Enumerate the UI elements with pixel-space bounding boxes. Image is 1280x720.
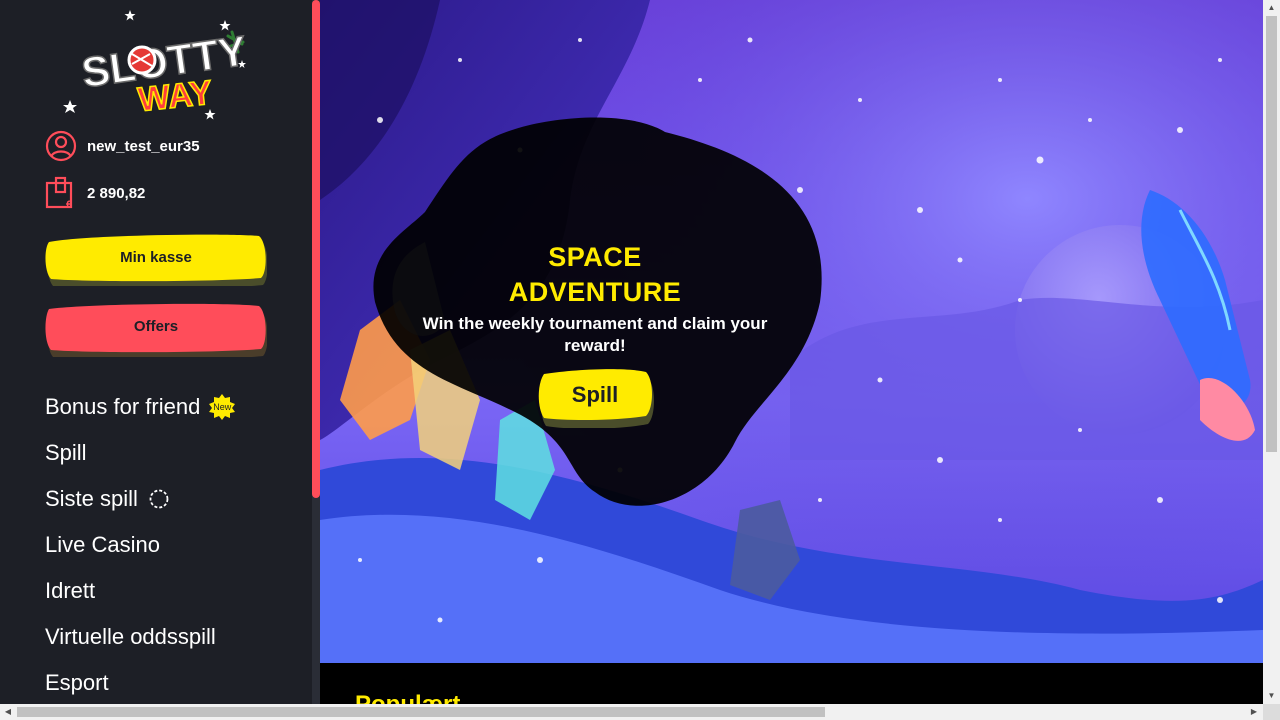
page-vertical-scroll-thumb[interactable] bbox=[1266, 16, 1277, 452]
nav-item-label: Spill bbox=[45, 440, 87, 465]
nav-item-bonus-for-friend[interactable]: Bonus for friend New bbox=[45, 384, 236, 430]
nav-item-idrett[interactable]: Idrett bbox=[45, 568, 236, 614]
slottyway-logo[interactable]: SLOTTY WAY bbox=[60, 8, 250, 120]
promo-title-line1: SPACE bbox=[548, 242, 642, 272]
cashier-button[interactable]: Min kasse bbox=[45, 234, 267, 286]
scroll-down-arrow-icon[interactable]: ▼ bbox=[1263, 688, 1280, 704]
promo-subtitle: Win the weekly tournament and claim your… bbox=[422, 314, 768, 355]
new-badge-text: New bbox=[213, 402, 232, 412]
nav-item-label: Siste spill bbox=[45, 486, 138, 511]
page: SLOTTY WAY new_test_eur35 € 2 890,82 Min… bbox=[0, 0, 1280, 720]
nav-item-spill[interactable]: Spill bbox=[45, 430, 236, 476]
user-profile[interactable]: new_test_eur35 bbox=[45, 130, 200, 162]
nav-item-live-casino[interactable]: Live Casino bbox=[45, 522, 236, 568]
nav-item-label: Bonus for friend bbox=[45, 394, 201, 419]
promo-play-button[interactable]: Spill bbox=[536, 368, 654, 428]
svg-text:€: € bbox=[66, 199, 72, 210]
sidebar-scrollbar[interactable] bbox=[312, 0, 320, 704]
page-vertical-scrollbar[interactable]: ▲ ▼ bbox=[1263, 0, 1280, 704]
username: new_test_eur35 bbox=[87, 137, 200, 155]
nav-item-virtuelle-oddsspill[interactable]: Virtuelle oddsspill bbox=[45, 614, 236, 660]
nav-item-label: Virtuelle oddsspill bbox=[45, 624, 216, 649]
nav-item-siste-spill[interactable]: Siste spill bbox=[45, 476, 236, 522]
scrollbar-corner bbox=[1263, 704, 1280, 720]
nav-item-label: Idrett bbox=[45, 578, 96, 603]
svg-text:WAY: WAY bbox=[136, 74, 214, 120]
scroll-left-arrow-icon[interactable]: ◀ bbox=[0, 704, 16, 720]
scroll-right-arrow-icon[interactable]: ▶ bbox=[1246, 704, 1262, 720]
recent-spinner-icon bbox=[148, 488, 170, 510]
popular-section-title: Populært bbox=[355, 691, 460, 704]
nav-item-label: Esport bbox=[45, 670, 109, 695]
promo-content: SPACE ADVENTURE Win the weekly tournamen… bbox=[390, 240, 800, 357]
nav-item-label: Live Casino bbox=[45, 532, 160, 557]
main-nav: Bonus for friend New Spill Siste spill L… bbox=[45, 384, 236, 704]
popular-section: Populært bbox=[320, 663, 1263, 704]
promo-title-line2: ADVENTURE bbox=[508, 277, 682, 307]
page-horizontal-scrollbar[interactable]: ◀ ▶ bbox=[0, 704, 1263, 720]
nav-item-esport[interactable]: Esport bbox=[45, 660, 236, 704]
scroll-up-arrow-icon[interactable]: ▲ bbox=[1263, 0, 1280, 16]
new-star-badge-icon: New bbox=[208, 393, 236, 421]
sidebar-scroll-thumb[interactable] bbox=[312, 0, 320, 498]
wallet-balance[interactable]: € 2 890,82 bbox=[45, 176, 146, 211]
offers-button-label: Offers bbox=[133, 318, 179, 335]
balance-amount: 2 890,82 bbox=[87, 184, 146, 202]
page-horizontal-scroll-thumb[interactable] bbox=[17, 707, 825, 717]
wallet-euro-icon: € bbox=[45, 176, 77, 211]
cashier-button-label: Min kasse bbox=[120, 249, 192, 266]
sidebar: SLOTTY WAY new_test_eur35 € 2 890,82 Min… bbox=[0, 0, 320, 704]
user-circle-icon bbox=[45, 130, 77, 162]
offers-button[interactable]: Offers bbox=[45, 303, 267, 357]
promo-play-button-label: Spill bbox=[571, 382, 619, 407]
